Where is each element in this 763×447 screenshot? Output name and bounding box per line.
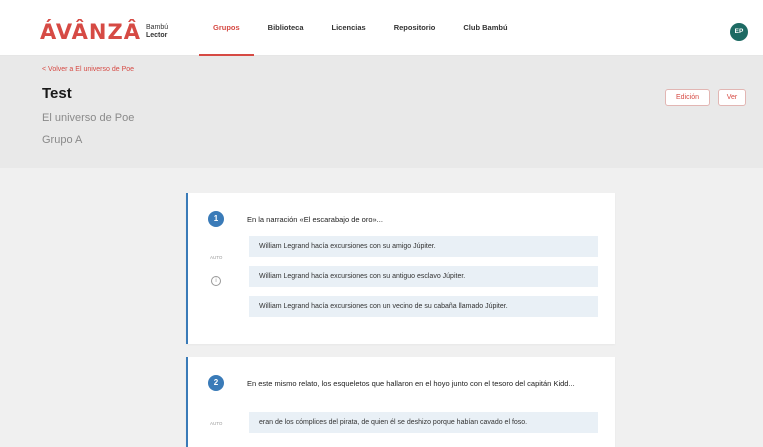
nav-grupos[interactable]: Grupos (199, 0, 254, 56)
answer-option[interactable]: William Legrand hacía excursiones con un… (249, 296, 598, 317)
brand-logo[interactable]: ÁVÂNZÂ Bambú Lector (40, 20, 168, 44)
page-subtitle: El universo de Poe (42, 112, 135, 124)
edit-button[interactable]: Edición (665, 89, 710, 106)
page-title: Test (42, 85, 72, 102)
auto-label: AUTO (210, 255, 223, 260)
group-label: Grupo A (42, 134, 83, 146)
back-link[interactable]: < Volver a El universo de Poe (42, 66, 134, 73)
answer-option[interactable]: William Legrand hacía excursiones con su… (249, 236, 598, 257)
nav-biblioteca[interactable]: Biblioteca (254, 0, 318, 55)
auto-label: AUTO (210, 421, 223, 426)
main-nav: Grupos Biblioteca Licencias Repositorio … (199, 0, 522, 56)
nav-repositorio[interactable]: Repositorio (380, 0, 450, 55)
brand-sub-line-2: Lector (145, 32, 168, 39)
question-card: 1 AUTO i En la narración «El escarabajo … (186, 193, 615, 344)
user-avatar[interactable]: EP (730, 23, 748, 41)
question-text: En la narración «El escarabajo de oro»..… (247, 215, 383, 224)
question-text: En este mismo relato, los esqueletos que… (247, 379, 575, 388)
answer-option[interactable]: eran de los cómplices del pirata, de qui… (249, 412, 598, 433)
brand-sub-line-1: Bambú (145, 24, 169, 31)
nav-club-bambu[interactable]: Club Bambú (449, 0, 521, 55)
nav-licencias[interactable]: Licencias (318, 0, 380, 55)
view-button[interactable]: Ver (718, 89, 746, 106)
top-navbar: ÁVÂNZÂ Bambú Lector Grupos Biblioteca Li… (0, 0, 763, 56)
answer-option[interactable]: William Legrand hacía excursiones con su… (249, 266, 598, 287)
brand-name: ÁVÂNZÂ (40, 20, 141, 44)
brand-subtitle: Bambú Lector (146, 24, 168, 40)
page-header: < Volver a El universo de Poe Test El un… (0, 56, 763, 168)
question-number-badge: 2 (208, 375, 224, 391)
question-number-badge: 1 (208, 211, 224, 227)
info-icon[interactable]: i (211, 276, 221, 286)
